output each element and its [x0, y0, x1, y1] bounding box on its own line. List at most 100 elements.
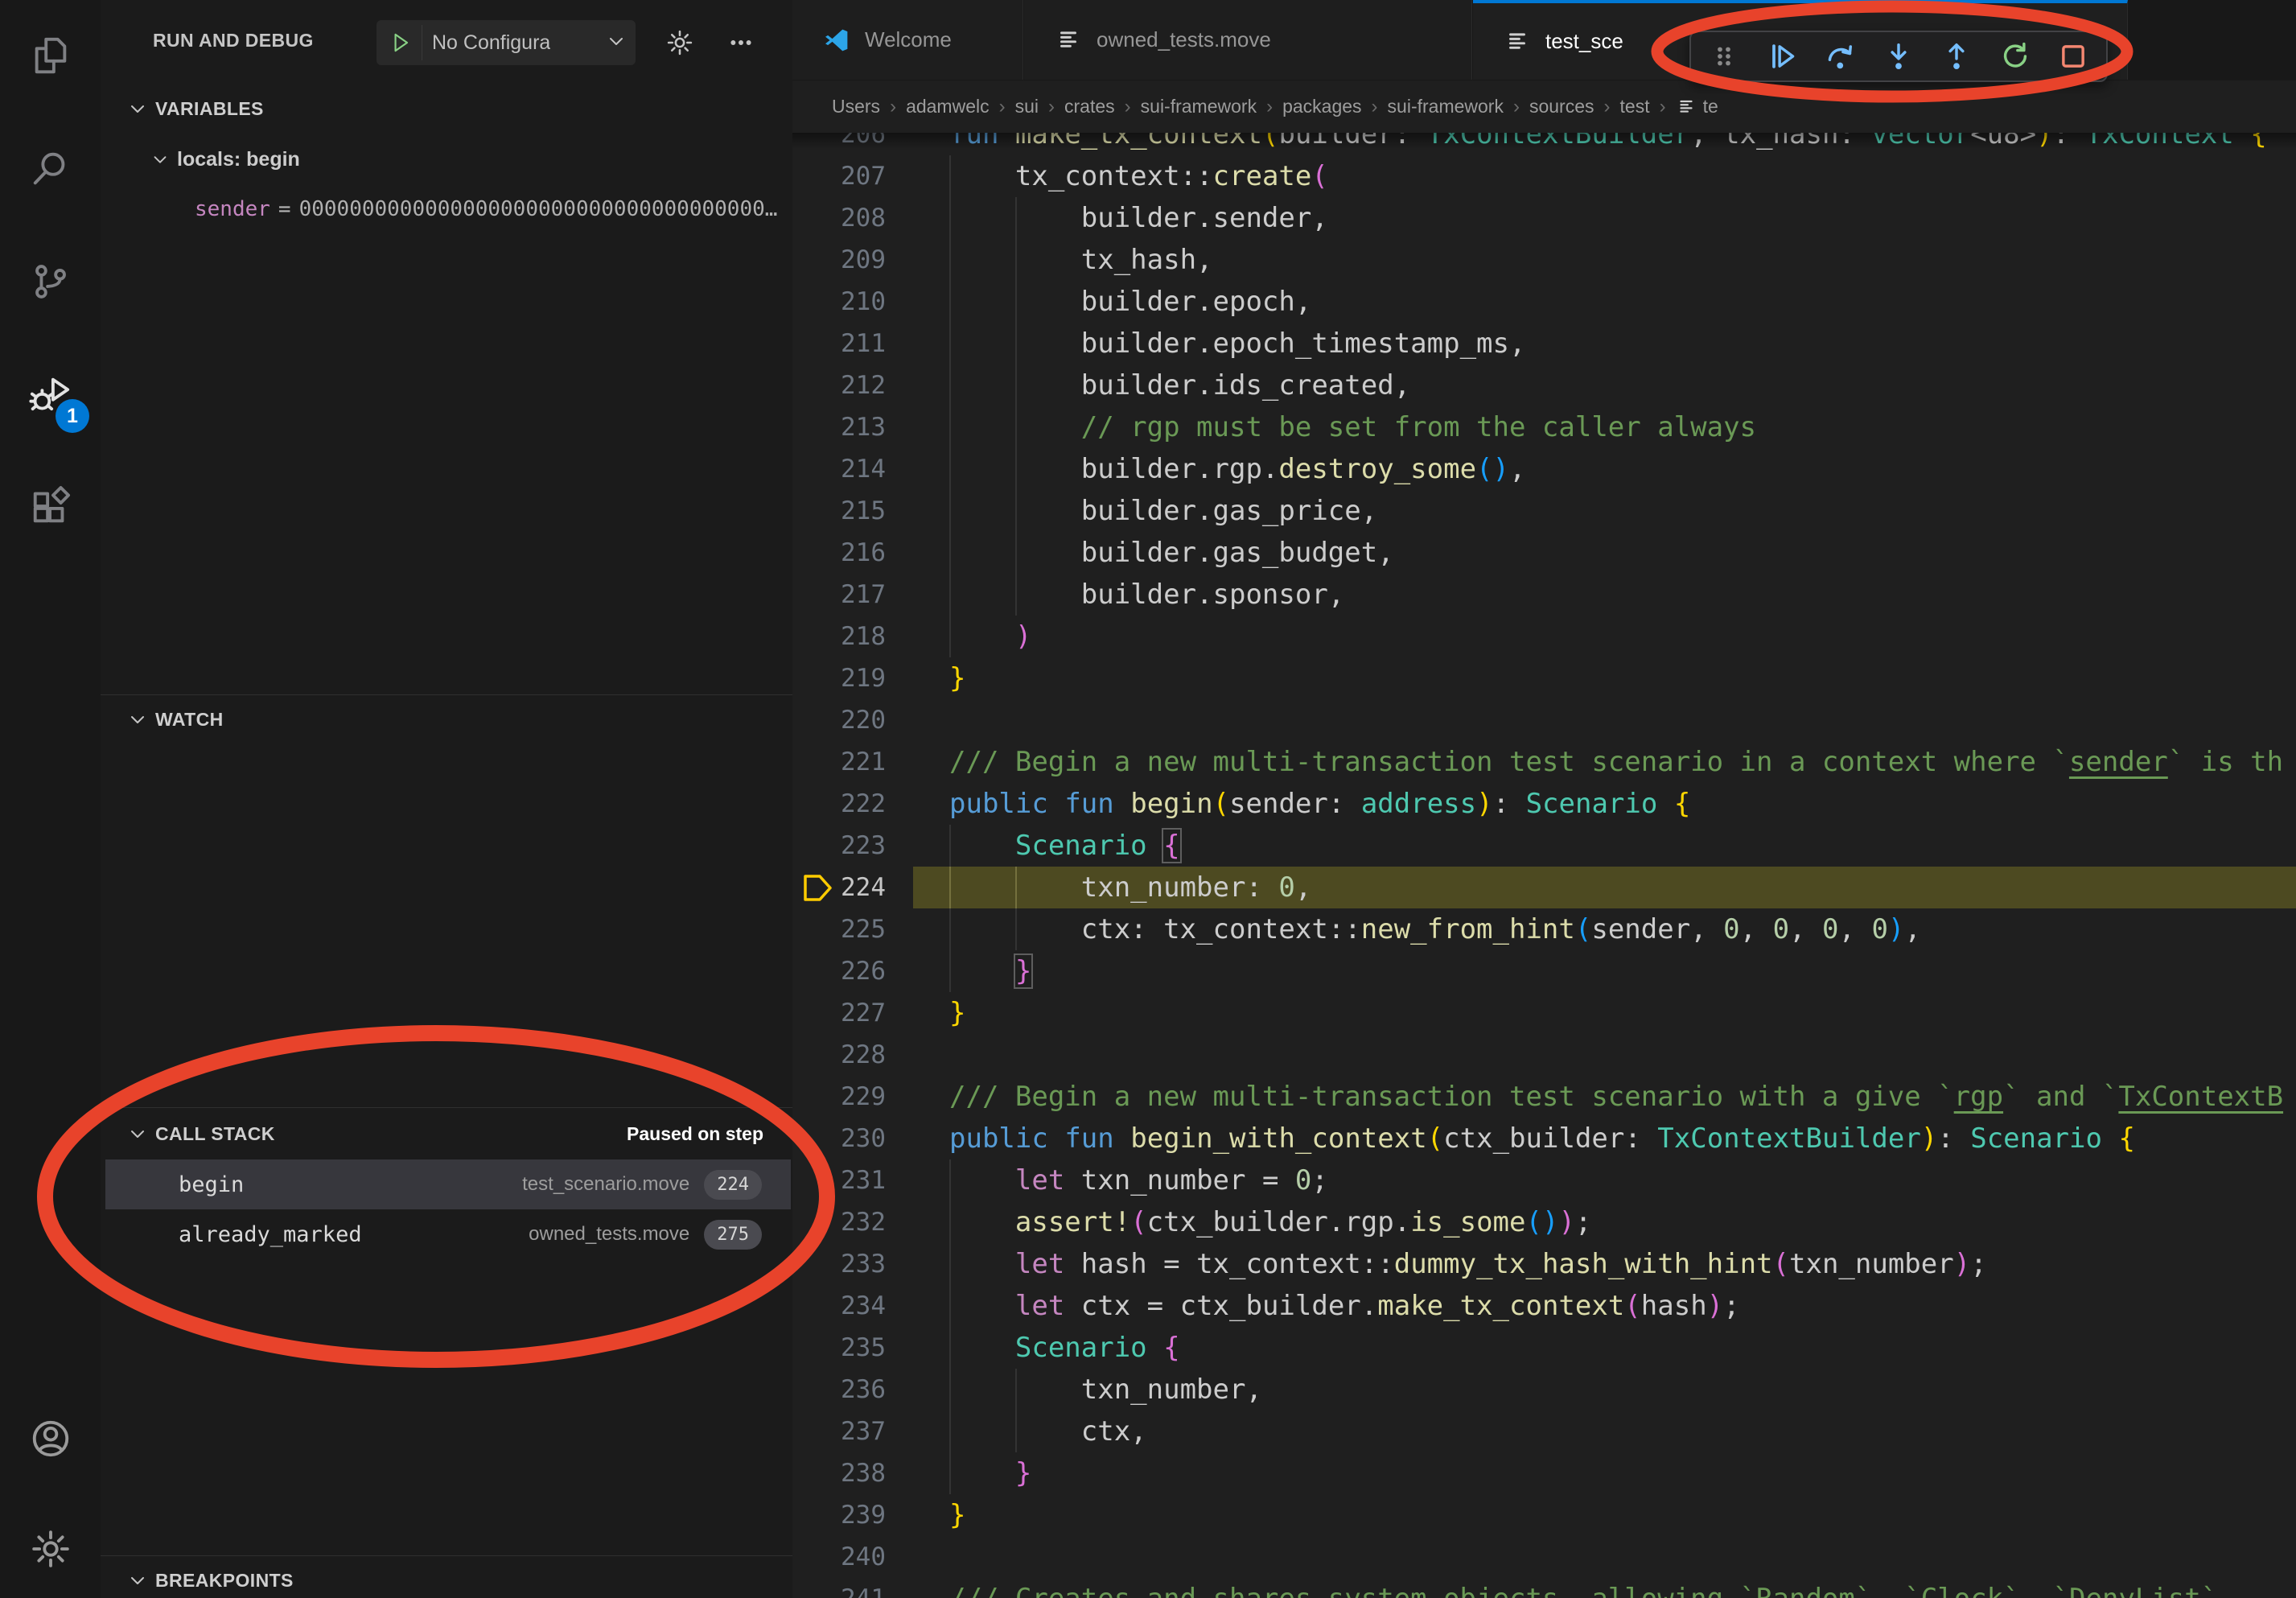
line-number[interactable]: 222 — [792, 783, 886, 825]
code-line-227[interactable]: 227} — [792, 992, 2296, 1034]
code-line-221[interactable]: 221/// Begin a new multi-transaction tes… — [792, 741, 2296, 783]
code-line-237[interactable]: 237 ctx, — [792, 1411, 2296, 1452]
debug-restart-button[interactable] — [1997, 38, 2034, 75]
code-line-230[interactable]: 230public fun begin_with_context(ctx_bui… — [792, 1118, 2296, 1159]
call-stack-frame-begin[interactable]: begintest_scenario.move224 — [105, 1159, 791, 1209]
code-viewport[interactable]: 206fun make_tx_context(builder: TxContex… — [792, 0, 2296, 1598]
code-line-208[interactable]: 208 builder.sender, — [792, 197, 2296, 239]
code-line-217[interactable]: 217 builder.sponsor, — [792, 574, 2296, 616]
code-line-233[interactable]: 233 let hash = tx_context::dummy_tx_hash… — [792, 1243, 2296, 1285]
code-line-228[interactable]: 228 — [792, 1034, 2296, 1076]
line-number[interactable]: 232 — [792, 1201, 886, 1243]
breadcrumb-item[interactable]: sui-framework — [1141, 96, 1257, 117]
line-number[interactable]: 212 — [792, 364, 886, 406]
breadcrumb-item[interactable]: Users — [832, 96, 880, 117]
line-number[interactable]: 218 — [792, 616, 886, 657]
line-number[interactable]: 233 — [792, 1243, 886, 1285]
line-number[interactable]: 210 — [792, 281, 886, 323]
code-line-223[interactable]: 223 Scenario { — [792, 825, 2296, 867]
line-number[interactable]: 231 — [792, 1159, 886, 1201]
variables-scope-row[interactable]: locals: begin — [101, 139, 792, 179]
line-number[interactable]: 215 — [792, 490, 886, 532]
editor-tab-welcome[interactable]: Welcome — [792, 0, 1023, 80]
debug-step-out-button[interactable] — [1938, 38, 1975, 75]
code-line-210[interactable]: 210 builder.epoch, — [792, 281, 2296, 323]
code-line-241[interactable]: 241/// Creates and shares system objects… — [792, 1578, 2296, 1598]
code-line-220[interactable]: 220 — [792, 699, 2296, 741]
line-number[interactable]: 230 — [792, 1118, 886, 1159]
code-line-209[interactable]: 209 tx_hash, — [792, 239, 2296, 281]
line-number[interactable]: 207 — [792, 155, 886, 197]
call-stack-section-header[interactable]: CALL STACK Paused on step — [101, 1114, 792, 1154]
line-number[interactable]: 220 — [792, 699, 886, 741]
code-line-219[interactable]: 219} — [792, 657, 2296, 699]
debug-continue-button[interactable] — [1763, 38, 1800, 75]
line-number[interactable]: 217 — [792, 574, 886, 616]
activity-bar-account-icon[interactable] — [0, 1383, 101, 1493]
line-number[interactable]: 238 — [792, 1452, 886, 1494]
activity-bar-source-control-icon[interactable] — [0, 225, 101, 338]
variable-row-sender[interactable]: sender = 0000000000000000000000000000000… — [101, 189, 792, 229]
line-number[interactable]: 229 — [792, 1076, 886, 1118]
activity-bar-settings-icon[interactable] — [0, 1493, 101, 1598]
code-line-226[interactable]: 226 } — [792, 950, 2296, 992]
line-number[interactable]: 208 — [792, 197, 886, 239]
line-number[interactable]: 227 — [792, 992, 886, 1034]
line-number[interactable]: 236 — [792, 1369, 886, 1411]
code-line-211[interactable]: 211 builder.epoch_timestamp_ms, — [792, 323, 2296, 364]
line-number[interactable]: 216 — [792, 532, 886, 574]
code-line-213[interactable]: 213 // rgp must be set from the caller a… — [792, 406, 2296, 448]
gear-icon[interactable] — [661, 24, 698, 61]
code-line-216[interactable]: 216 builder.gas_budget, — [792, 532, 2296, 574]
breakpoints-section-header[interactable]: BREAKPOINTS — [101, 1560, 792, 1598]
breadcrumb-item[interactable]: sui — [1015, 96, 1039, 117]
start-debugging-icon[interactable] — [383, 25, 422, 60]
code-line-214[interactable]: 214 builder.rgp.destroy_some(), — [792, 448, 2296, 490]
watch-section-header[interactable]: WATCH — [101, 699, 792, 739]
line-number[interactable]: 234 — [792, 1285, 886, 1327]
breadcrumb-item[interactable]: packages — [1282, 96, 1361, 117]
breadcrumb-item[interactable]: test — [1620, 96, 1650, 117]
code-line-215[interactable]: 215 builder.gas_price, — [792, 490, 2296, 532]
line-number[interactable]: 239 — [792, 1494, 886, 1536]
code-line-240[interactable]: 240 — [792, 1536, 2296, 1578]
code-line-207[interactable]: 207 tx_context::create( — [792, 155, 2296, 197]
line-number[interactable]: 213 — [792, 406, 886, 448]
breadcrumb-item[interactable]: crates — [1064, 96, 1115, 117]
line-number[interactable]: 226 — [792, 950, 886, 992]
line-number[interactable]: 237 — [792, 1411, 886, 1452]
call-stack-frame-already_marked[interactable]: already_markedowned_tests.move275 — [105, 1209, 791, 1259]
code-line-229[interactable]: 229/// Begin a new multi-transaction tes… — [792, 1076, 2296, 1118]
code-line-225[interactable]: 225 ctx: tx_context::new_from_hint(sende… — [792, 908, 2296, 950]
activity-bar-run-and-debug-icon[interactable]: 1 — [0, 338, 101, 451]
code-line-212[interactable]: 212 builder.ids_created, — [792, 364, 2296, 406]
line-number[interactable]: 235 — [792, 1327, 886, 1369]
debug-step-over-button[interactable] — [1822, 38, 1859, 75]
more-actions-icon[interactable] — [722, 24, 759, 61]
variables-section-header[interactable]: VARIABLES — [101, 89, 792, 129]
breadcrumb-item[interactable]: adamwelc — [906, 96, 990, 117]
code-line-235[interactable]: 235 Scenario { — [792, 1327, 2296, 1369]
line-number[interactable]: 241 — [792, 1578, 886, 1598]
line-number[interactable]: 240 — [792, 1536, 886, 1578]
editor-tab-owned-tests-move[interactable]: owned_tests.move — [1024, 0, 1472, 80]
code-line-218[interactable]: 218 ) — [792, 616, 2296, 657]
line-number[interactable]: 209 — [792, 239, 886, 281]
line-number[interactable]: 219 — [792, 657, 886, 699]
breadcrumb-item[interactable]: sui-framework — [1388, 96, 1504, 117]
code-line-231[interactable]: 231 let txn_number = 0; — [792, 1159, 2296, 1201]
activity-bar-search-icon[interactable] — [0, 113, 101, 225]
line-number[interactable]: 214 — [792, 448, 886, 490]
debug-step-into-button[interactable] — [1880, 38, 1917, 75]
line-number[interactable]: 221 — [792, 741, 886, 783]
line-number[interactable]: 223 — [792, 825, 886, 867]
code-line-232[interactable]: 232 assert!(ctx_builder.rgp.is_some()); — [792, 1201, 2296, 1243]
code-line-224[interactable]: 224 txn_number: 0, — [792, 867, 2296, 908]
debug-config-dropdown[interactable]: No Configura — [376, 20, 636, 65]
code-line-238[interactable]: 238 } — [792, 1452, 2296, 1494]
activity-bar-explorer-icon[interactable] — [0, 0, 101, 113]
debug-drag-handle-icon[interactable] — [1706, 38, 1743, 75]
code-line-234[interactable]: 234 let ctx = ctx_builder.make_tx_contex… — [792, 1285, 2296, 1327]
code-line-239[interactable]: 239} — [792, 1494, 2296, 1536]
breadcrumb-item[interactable]: sources — [1529, 96, 1594, 117]
